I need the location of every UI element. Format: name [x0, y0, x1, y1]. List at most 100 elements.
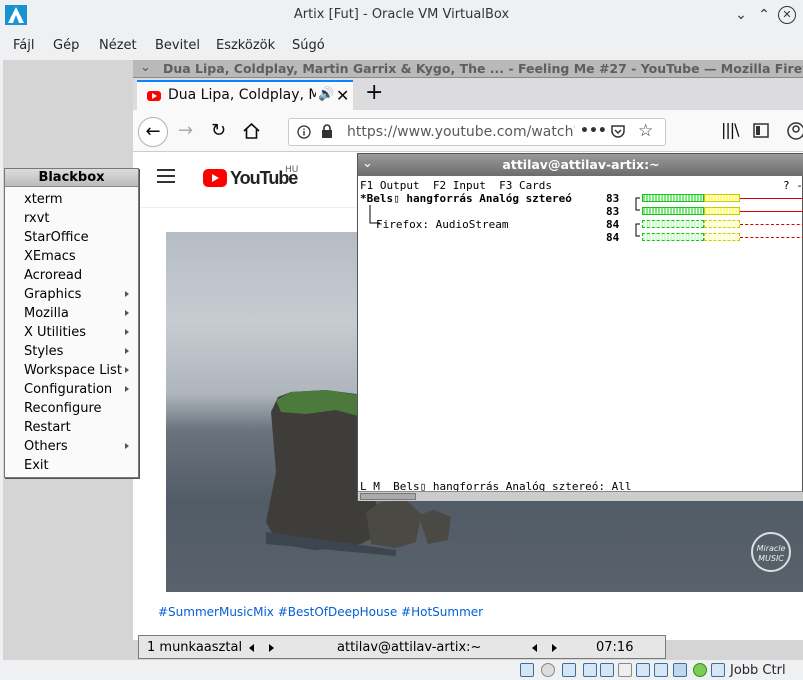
mixer-device-row[interactable]: *Bels▯ hangforrás Analóg sztereó [360, 192, 572, 205]
url-text: https://www.youtube.com/watch?v= [347, 124, 575, 140]
workspace-prev-icon[interactable] [249, 644, 254, 652]
blackbox-menu-item-label: Configuration [24, 382, 113, 397]
blackbox-menu-item[interactable]: X Utilities [5, 323, 138, 342]
volume-meter[interactable] [642, 220, 803, 228]
volume-meter[interactable] [642, 233, 803, 241]
tab-strip: Dua Lipa, Coldplay, Ma 🔊 ✕ + [133, 78, 803, 110]
menu-input[interactable]: Bevitel [155, 38, 200, 53]
cpu-virtualization-icon[interactable] [673, 663, 687, 677]
blackbox-menu-items: xterm rxvt StarOffice XEmacs Acroread Graphic… [5, 190, 138, 475]
submenu-arrow-icon [125, 310, 129, 316]
guest-display[interactable]: ⌄ Dua Lipa, Coldplay, Martin Garrix & Ky… [3, 60, 803, 660]
tab-close-icon[interactable]: ✕ [336, 86, 349, 105]
clock: 07:16 [596, 640, 634, 655]
blackbox-menu-item[interactable]: StarOffice [5, 228, 138, 247]
host-key-label: Jobb Ctrl [730, 663, 786, 678]
submenu-arrow-icon [125, 443, 129, 449]
blackbox-menu-item[interactable]: xterm [5, 190, 138, 209]
host-titlebar: Artix [Fut] - Oracle VM VirtualBox ⌄ ⌃ ✕ [0, 0, 803, 30]
new-tab-icon[interactable]: + [365, 80, 383, 105]
recording-icon[interactable] [654, 663, 668, 677]
library-icon[interactable]: |||\ [721, 120, 740, 139]
terminal-titlebar[interactable]: ⌄ attilav@attilav-artix:~ [358, 154, 803, 176]
account-icon[interactable] [787, 122, 803, 140]
tab-youtube[interactable]: Dua Lipa, Coldplay, Ma 🔊 ✕ [137, 80, 353, 110]
blackbox-menu-item-label: Graphics [24, 287, 82, 302]
pocket-icon[interactable] [610, 124, 626, 140]
level-value: 84 [606, 231, 620, 244]
sidebar-icon[interactable] [753, 123, 769, 138]
blackbox-menu-item-label: rxvt [24, 211, 50, 226]
blackbox-menu-title: Blackbox [5, 169, 138, 187]
vbox-status-bar: Jobb Ctrl [0, 660, 803, 680]
window-prev-icon[interactable] [532, 644, 537, 652]
home-icon[interactable] [243, 123, 260, 139]
blackbox-menu-item[interactable]: Mozilla [5, 304, 138, 323]
menu-help[interactable]: Súgó [292, 38, 325, 53]
terminal-scrollbar[interactable] [358, 491, 803, 501]
maximize-icon[interactable]: ⌃ [755, 6, 773, 24]
hard-disk-icon[interactable] [520, 663, 534, 677]
forward-arrow-icon[interactable]: → [178, 120, 193, 141]
blackbox-menu-item[interactable]: XEmacs [5, 247, 138, 266]
scrollbar-thumb[interactable] [360, 493, 416, 500]
firefox-window-title: Dua Lipa, Coldplay, Martin Garrix & Kygo… [163, 61, 803, 76]
page-actions-icon[interactable]: ••• [580, 123, 607, 139]
mouse-integration-icon[interactable] [693, 663, 707, 677]
network-icon[interactable] [583, 663, 597, 677]
window-next-icon[interactable] [552, 644, 557, 652]
blackbox-menu-item[interactable]: Exit [5, 456, 138, 475]
menu-tools[interactable]: Eszközök [216, 38, 275, 53]
close-icon[interactable]: ✕ [778, 6, 796, 24]
blackbox-menu-item[interactable]: Styles [5, 342, 138, 361]
lock-icon[interactable] [321, 124, 333, 139]
display-icon[interactable] [636, 663, 650, 677]
info-icon[interactable] [297, 125, 311, 139]
blackbox-menu-item[interactable]: Reconfigure [5, 399, 138, 418]
menu-machine[interactable]: Gép [53, 38, 79, 53]
firefox-titlebar[interactable]: ⌄ Dua Lipa, Coldplay, Martin Garrix & Ky… [133, 60, 803, 78]
volume-meter[interactable] [642, 207, 803, 215]
volume-meter[interactable] [642, 194, 803, 202]
tab-title: Dua Lipa, Coldplay, Ma [168, 87, 316, 103]
blackbox-menu-item[interactable]: rxvt [5, 209, 138, 228]
workspace-next-icon[interactable] [269, 644, 274, 652]
mixer-tabs[interactable]: F1 Output F2 Input F3 Cards [360, 179, 552, 192]
blackbox-menu-item-label: Styles [24, 344, 64, 359]
audio-icon[interactable] [562, 663, 576, 677]
host-menubar: Fájl Gép Nézet Bevitel Eszközök Súgó [0, 30, 803, 60]
speaker-icon[interactable]: 🔊 [318, 87, 334, 102]
terminal-window[interactable]: ⌄ attilav@attilav-artix:~ F1 Output F2 I… [357, 153, 803, 501]
usb-icon[interactable] [600, 663, 614, 677]
back-arrow-icon[interactable]: ← [138, 117, 168, 147]
blackbox-menu-item[interactable]: Graphics [5, 285, 138, 304]
youtube-logo-icon[interactable] [203, 169, 227, 187]
blackbox-menu-item-label: Reconfigure [24, 401, 102, 416]
blackbox-menu-item-label: Exit [24, 458, 49, 473]
mixer-stream-row[interactable]: Firefox: AudioStream [376, 218, 508, 231]
focused-window-name: attilav@attilav-artix:~ [337, 640, 482, 655]
blackbox-menu-item[interactable]: Restart [5, 418, 138, 437]
blackbox-menu-item-label: StarOffice [24, 230, 89, 245]
keyboard-capture-icon[interactable] [711, 663, 725, 677]
shared-folders-icon[interactable] [618, 663, 632, 677]
blackbox-menu-item[interactable]: Configuration [5, 380, 138, 399]
bookmark-star-icon[interactable]: ☆ [638, 121, 653, 141]
level-value: 83 [606, 192, 620, 205]
blackbox-menu-item[interactable]: Acroread [5, 266, 138, 285]
hamburger-menu-icon[interactable] [157, 169, 175, 183]
submenu-arrow-icon [125, 386, 129, 392]
video-hashtags[interactable]: #SummerMusicMix #BestOfDeepHouse #HotSum… [158, 605, 483, 619]
blackbox-toolbar: 1 munkaasztal attilav@attilav-artix:~ 07… [138, 635, 666, 659]
url-bar[interactable]: https://www.youtube.com/watch?v= ••• ☆ [288, 118, 666, 146]
menu-view[interactable]: Nézet [99, 38, 137, 53]
blackbox-menu-item[interactable]: Others [5, 437, 138, 456]
blackbox-menu-item[interactable]: Workspace List [5, 361, 138, 380]
blackbox-menu-item-label: X Utilities [24, 325, 86, 340]
optical-drive-icon[interactable] [541, 663, 555, 677]
minimize-icon[interactable]: ⌄ [732, 6, 750, 24]
reload-icon[interactable]: ↻ [211, 120, 226, 141]
window-menu-chevron-icon[interactable]: ⌄ [140, 60, 151, 75]
menu-file[interactable]: Fájl [13, 38, 34, 53]
workspace-name: 1 munkaasztal [147, 640, 243, 655]
